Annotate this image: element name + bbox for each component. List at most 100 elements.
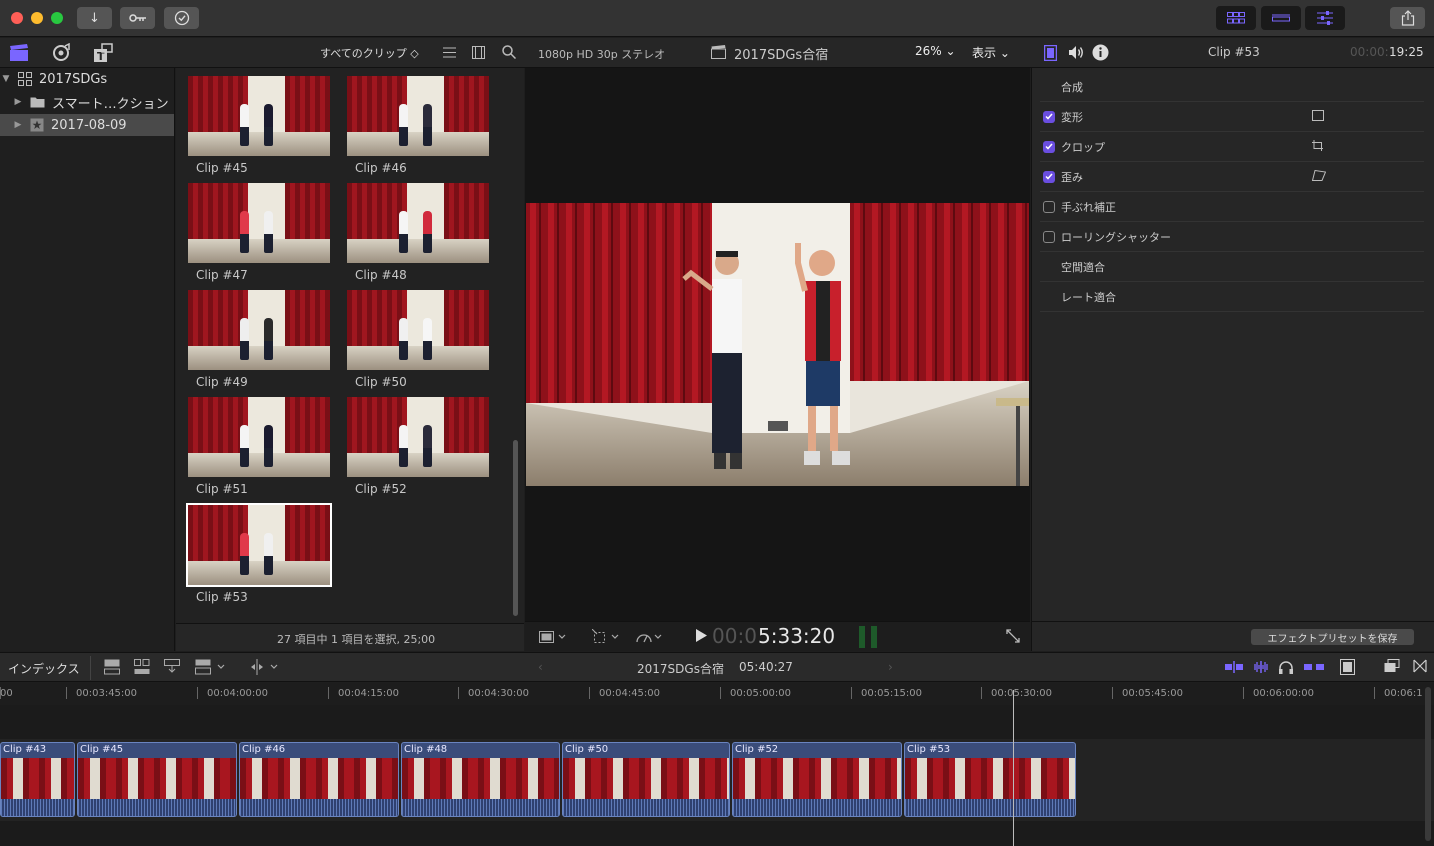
timeline-clip[interactable]: Clip #48 <box>401 742 560 817</box>
transitions-browser-button[interactable] <box>1413 659 1427 673</box>
clip-thumbnail[interactable] <box>347 183 489 263</box>
background-tasks-button[interactable] <box>164 7 199 29</box>
append-clip-button[interactable] <box>164 659 180 675</box>
ruler-label: 00:04:00:00 <box>207 688 269 699</box>
timeline-clip[interactable]: Clip #52 <box>732 742 902 817</box>
play-button[interactable] <box>696 629 707 642</box>
checkbox-unchecked[interactable] <box>1043 200 1055 213</box>
list-view-button[interactable] <box>443 47 456 58</box>
snapping-button[interactable] <box>1304 661 1324 673</box>
import-button[interactable]: ↓ <box>77 7 112 29</box>
clip-appearance-button[interactable] <box>1340 659 1355 675</box>
solo-button[interactable] <box>1278 660 1294 674</box>
filmstrip-view-button[interactable] <box>472 46 485 59</box>
sidebar-item-event[interactable]: ▶ 2017-08-09 <box>0 114 174 136</box>
zoom-window-button[interactable] <box>51 12 63 24</box>
person-figure <box>264 425 273 467</box>
playhead[interactable] <box>1013 690 1014 846</box>
person-figure <box>399 318 408 360</box>
inspector-row[interactable]: 合成 <box>1040 72 1424 102</box>
share-button[interactable] <box>1390 7 1425 29</box>
inspector-row-label: 変形 <box>1061 110 1083 124</box>
insert-clip-button[interactable] <box>134 659 150 675</box>
history-forward-button[interactable]: › <box>888 660 893 674</box>
titles-generators-tab[interactable]: T <box>93 43 113 63</box>
inspector-row[interactable]: 空間適合 <box>1040 252 1424 282</box>
close-window-button[interactable] <box>11 12 23 24</box>
checkbox-checked[interactable] <box>1043 110 1055 123</box>
clip-filter-popup[interactable]: すべてのクリップ ◇ <box>320 45 419 61</box>
transform-square-icon[interactable] <box>1312 110 1324 121</box>
retime-button[interactable] <box>636 629 666 645</box>
overwrite-clip-button[interactable] <box>195 659 231 675</box>
timeline-index-toggle[interactable] <box>1384 659 1400 673</box>
timeline-layout-button[interactable] <box>1261 6 1301 30</box>
display-icon <box>539 631 566 643</box>
disclosure-closed-icon[interactable]: ▶ <box>12 97 24 107</box>
save-effects-preset-button[interactable]: エフェクトプリセットを保存 <box>1251 629 1414 645</box>
browser-layout-button[interactable] <box>1216 6 1256 30</box>
inspector-row[interactable]: 歪み <box>1040 162 1424 192</box>
history-back-button[interactable]: ‹ <box>538 660 543 674</box>
zoom-popup[interactable]: 26% ⌄ <box>915 44 956 58</box>
clip-thumbnail[interactable] <box>186 503 332 587</box>
inspector-row[interactable]: レート適合 <box>1040 282 1424 312</box>
browser-scrollbar[interactable] <box>513 440 518 616</box>
fullscreen-button[interactable] <box>1006 629 1020 643</box>
audio-inspector-tab[interactable] <box>1068 45 1085 60</box>
distort-icon[interactable] <box>1312 170 1326 181</box>
timeline-clip[interactable]: Clip #43 <box>0 742 75 817</box>
timeline-clip[interactable]: Clip #45 <box>77 742 237 817</box>
checkbox-unchecked[interactable] <box>1043 230 1055 243</box>
disclosure-closed-icon[interactable]: ▶ <box>12 120 24 130</box>
video-inspector-tab[interactable] <box>1044 45 1057 61</box>
timeline-clip[interactable]: Clip #46 <box>239 742 399 817</box>
clip-label: Clip #46 <box>355 161 407 175</box>
timeline-clip[interactable]: Clip #50 <box>562 742 730 817</box>
search-button[interactable] <box>502 45 516 59</box>
clip-thumbnail[interactable] <box>347 76 489 156</box>
clip-thumbnail[interactable] <box>347 397 489 477</box>
libraries-tab[interactable] <box>9 44 29 62</box>
inspector-row[interactable]: ローリングシャッター <box>1040 222 1424 252</box>
inspector-row[interactable]: クロップ <box>1040 132 1424 162</box>
audio-waveform <box>240 799 398 816</box>
info-inspector-tab[interactable] <box>1092 44 1109 61</box>
inspector-layout-button[interactable] <box>1305 6 1345 30</box>
ruler-tick <box>197 687 198 699</box>
video-format-label: 1080p HD 30p ステレオ <box>538 48 666 61</box>
transform-tool-button[interactable] <box>592 629 622 645</box>
clip-thumbnail[interactable] <box>188 397 330 477</box>
connect-clip-button[interactable] <box>104 659 120 675</box>
sidebar-item-smart-collections[interactable]: ▶ スマート…クション <box>0 91 174 113</box>
timeline-scrollbar[interactable] <box>1425 687 1431 841</box>
clip-thumbnail[interactable] <box>188 290 330 370</box>
disclosure-open-icon[interactable]: ▼ <box>0 74 12 84</box>
person-figure <box>423 211 432 253</box>
audio-skimming-button[interactable] <box>1252 661 1270 673</box>
inspector-row[interactable]: 変形 <box>1040 102 1424 132</box>
keyword-button[interactable] <box>120 7 155 29</box>
view-options-button[interactable] <box>539 631 567 643</box>
ruler-tick <box>851 687 852 699</box>
person-figure <box>264 318 273 360</box>
clip-thumbnail[interactable] <box>188 183 330 263</box>
inspector-row[interactable]: 手ぶれ補正 <box>1040 192 1424 222</box>
clip-thumbnail[interactable] <box>347 290 489 370</box>
ruler-label: 00:06:1 <box>1384 688 1423 699</box>
edit-tool-popup[interactable] <box>249 659 281 675</box>
timeline-clip[interactable]: Clip #53 <box>904 742 1076 817</box>
clip-thumbnail[interactable] <box>188 76 330 156</box>
timeline-ruler[interactable]: 00 00:03:45:00 00:04:00:00 00:04:15:00 00:04… <box>0 683 1434 705</box>
clip-filmstrip <box>78 758 236 800</box>
photos-audio-tab[interactable] <box>51 43 71 63</box>
timeline-index-button[interactable]: インデックス <box>8 660 80 677</box>
checkbox-checked[interactable] <box>1043 140 1055 153</box>
minimize-window-button[interactable] <box>31 12 43 24</box>
clip-filmstrip <box>563 758 729 800</box>
skimming-button[interactable] <box>1225 661 1243 673</box>
checkbox-checked[interactable] <box>1043 170 1055 183</box>
view-options-popup[interactable]: 表示 ⌄ <box>972 44 1010 61</box>
library-row[interactable]: ▼ 2017SDGs <box>0 68 174 90</box>
crop-icon[interactable] <box>1312 140 1324 151</box>
